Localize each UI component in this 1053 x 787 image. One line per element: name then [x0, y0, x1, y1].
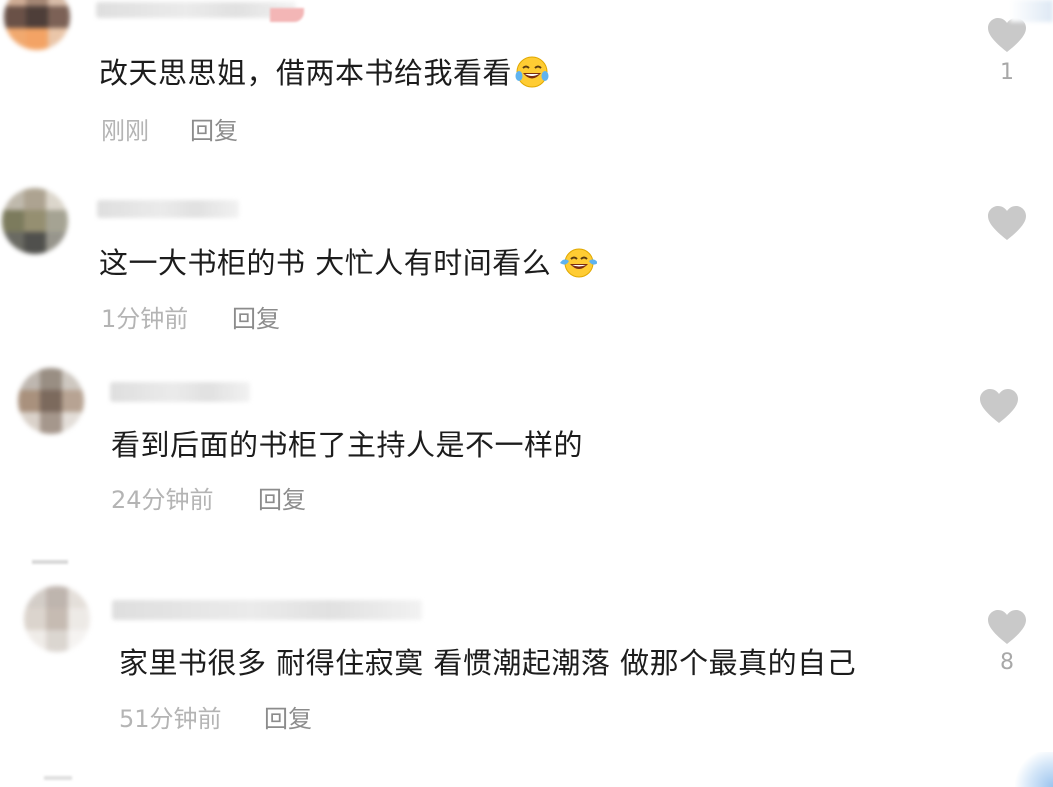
decorative-tag	[270, 8, 304, 22]
avatar[interactable]	[4, 0, 70, 50]
laughing-crying-emoji-icon	[515, 56, 549, 88]
avatar[interactable]	[2, 188, 68, 254]
tears-of-joy-emoji-icon	[560, 248, 598, 278]
heart-icon[interactable]	[987, 205, 1027, 243]
username-blurred[interactable]	[112, 600, 422, 620]
comment-text: 看到后面的书柜了主持人是不一样的	[111, 428, 584, 462]
avatar[interactable]	[24, 586, 90, 652]
like-count: 1	[1000, 60, 1014, 85]
divider-fragment	[32, 560, 68, 564]
edge-highlight	[1015, 752, 1053, 787]
reply-button[interactable]: 回复	[232, 304, 280, 334]
comment-time: 刚刚	[101, 117, 149, 145]
comment-time: 1分钟前	[101, 305, 189, 333]
comment-time: 24分钟前	[111, 486, 214, 514]
comment-item: 改天思思姐，借两本书给我看看 刚刚 回复 1	[0, 0, 1053, 170]
username-blurred[interactable]	[96, 2, 296, 18]
comment-text: 家里书很多 耐得住寂寞 看惯潮起潮落 做那个最真的自己	[119, 646, 857, 680]
heart-icon[interactable]	[987, 17, 1027, 55]
comment-item: 这一大书柜的书 大忙人有时间看么 1分钟前 回复	[0, 170, 1053, 350]
heart-icon[interactable]	[979, 388, 1019, 426]
heart-icon[interactable]	[987, 609, 1027, 647]
like-count: 8	[1000, 650, 1014, 675]
comment-item: 看到后面的书柜了主持人是不一样的 24分钟前 回复	[0, 350, 1053, 550]
avatar[interactable]	[18, 368, 84, 434]
divider-fragment	[44, 776, 72, 780]
reply-button[interactable]: 回复	[258, 485, 306, 515]
comment-text: 这一大书柜的书 大忙人有时间看么	[99, 245, 598, 281]
comment-text: 改天思思姐，借两本书给我看看	[99, 55, 550, 91]
comment-list-screen: { "comments": [ { "text": "改天思思姐，借两本书给我看…	[0, 0, 1053, 787]
username-blurred[interactable]	[110, 382, 250, 402]
comment-time: 51分钟前	[119, 705, 222, 733]
reply-button[interactable]: 回复	[264, 704, 312, 734]
edge-highlight	[1010, 0, 1053, 22]
comment-item: 家里书很多 耐得住寂寞 看惯潮起潮落 做那个最真的自己 51分钟前 回复 8	[0, 550, 1053, 787]
username-blurred[interactable]	[97, 200, 239, 218]
reply-button[interactable]: 回复	[190, 116, 238, 146]
